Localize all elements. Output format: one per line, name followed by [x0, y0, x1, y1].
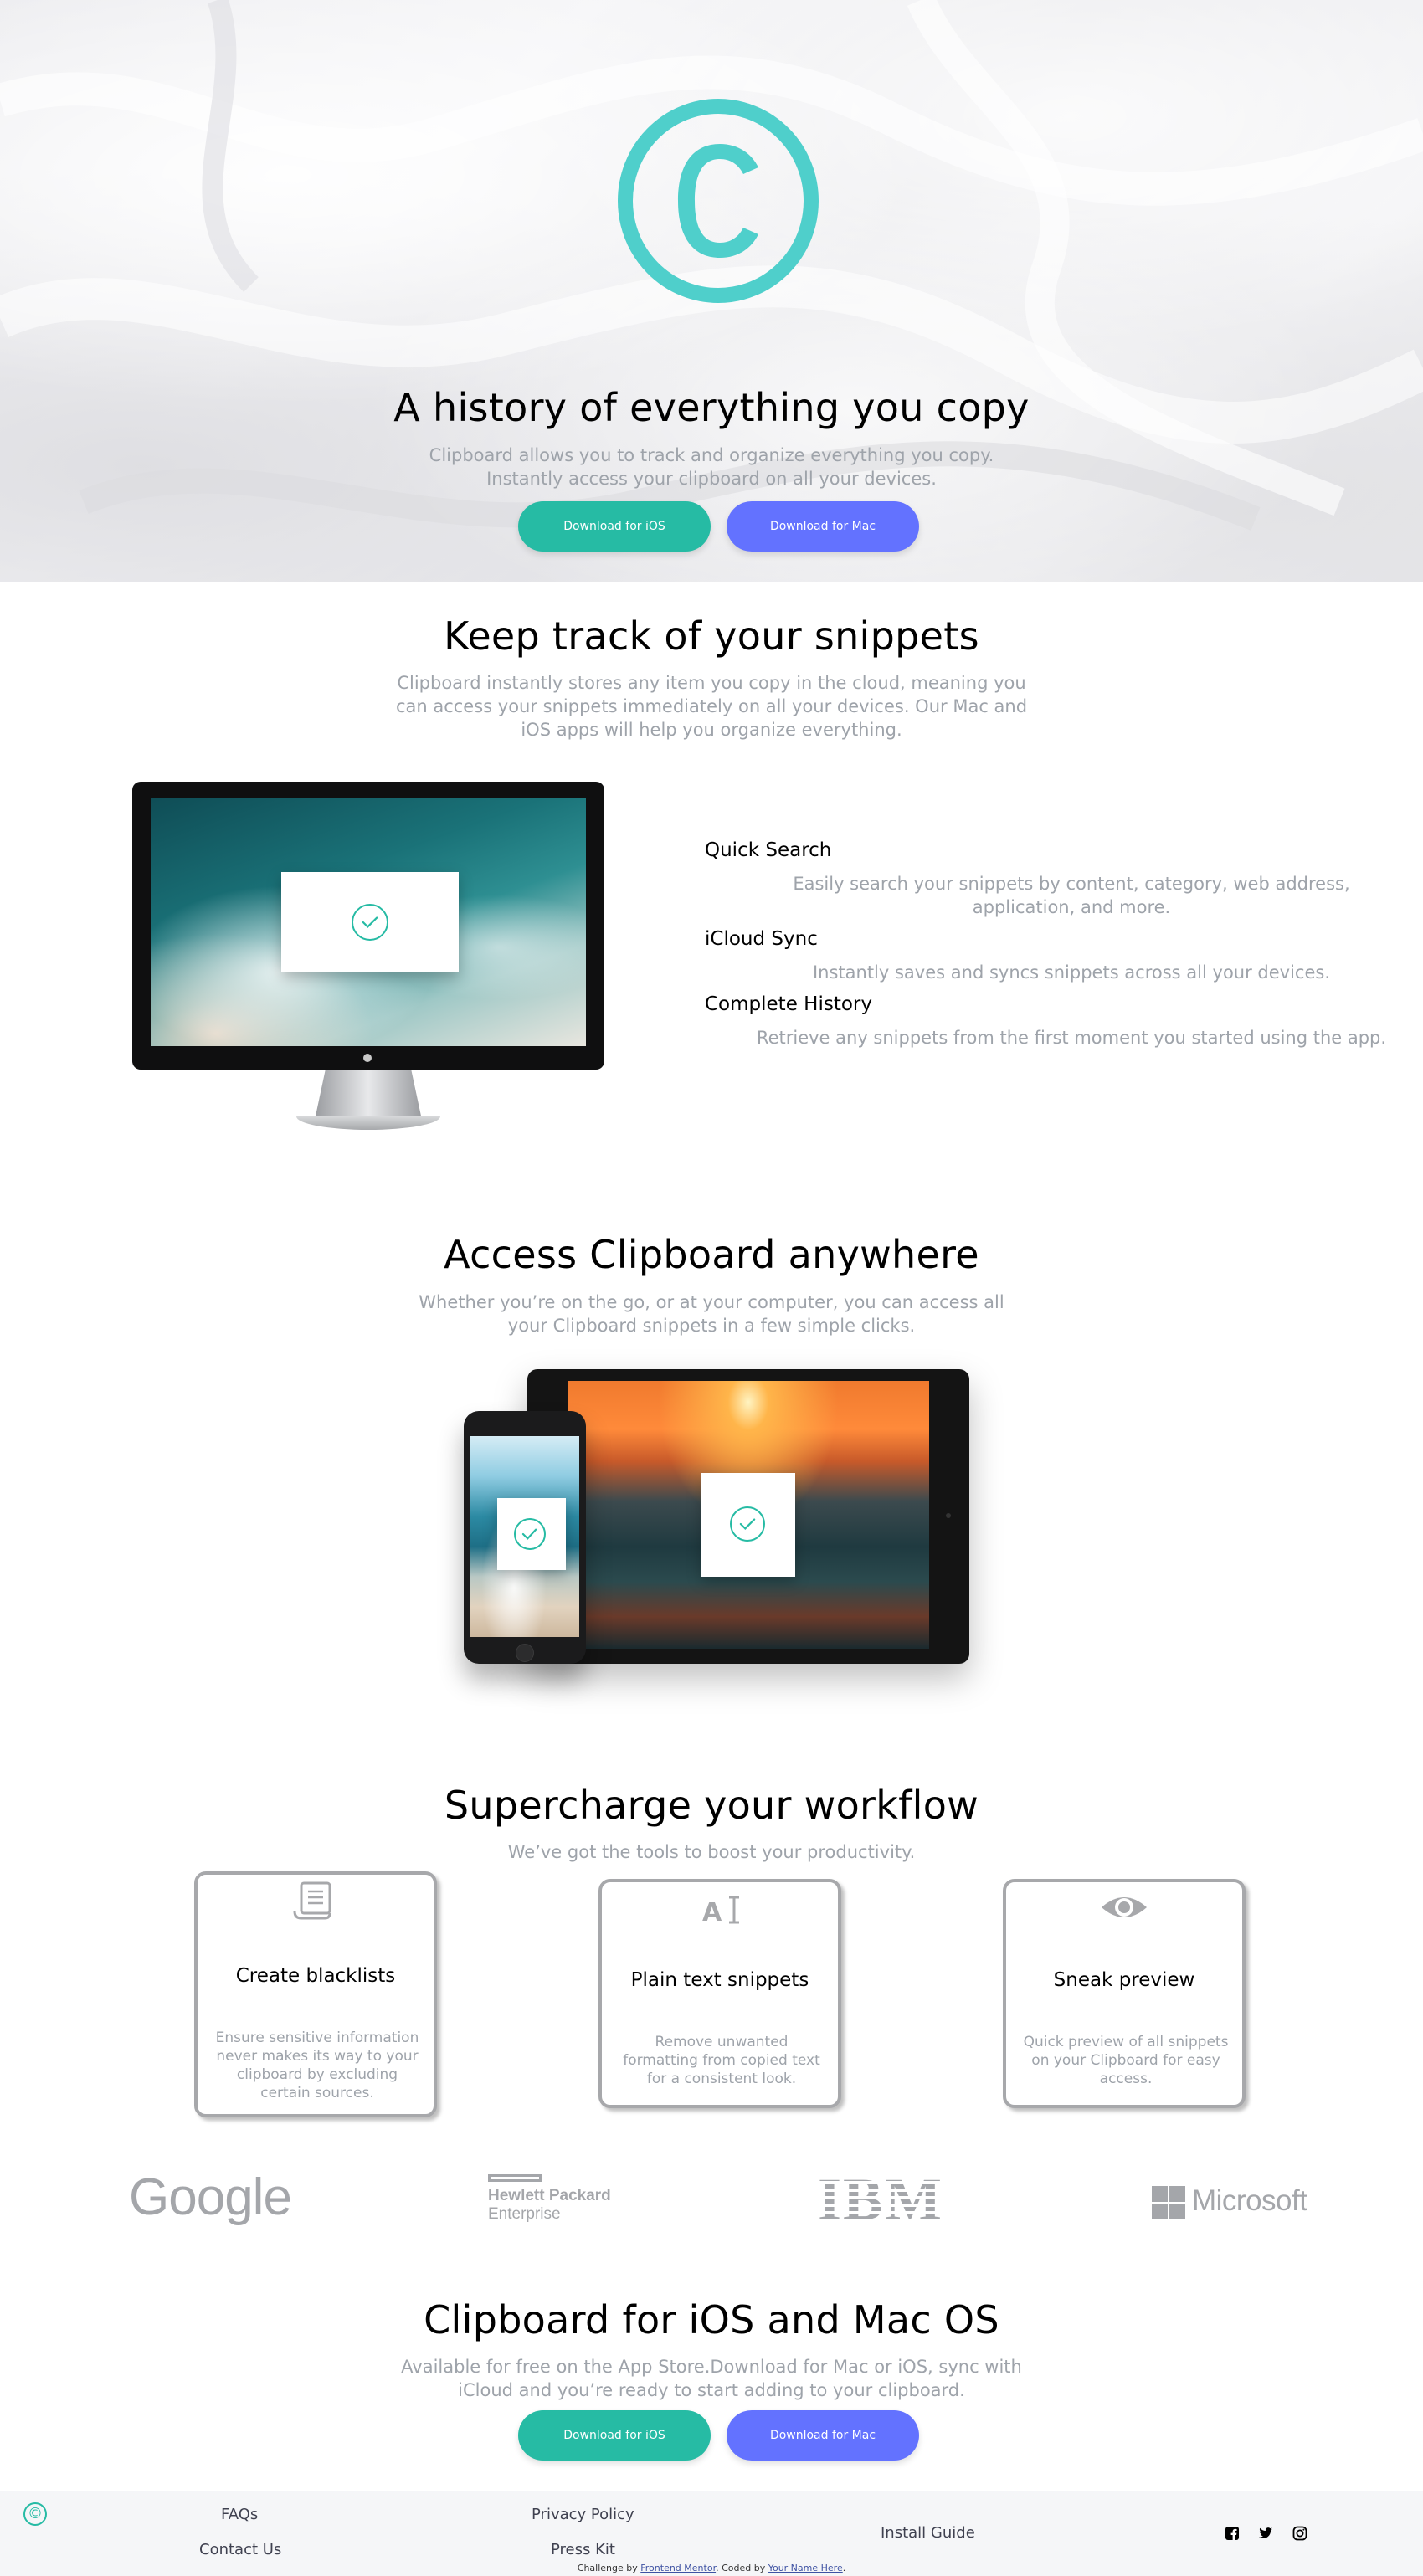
blacklist-icon [293, 1881, 331, 1920]
hero-subtitle: Clipboard allows you to track and organi… [429, 445, 994, 489]
workflow-card-title: Plain text snippets [630, 1969, 809, 1991]
credit-end: . [842, 2563, 846, 2573]
text-icon: A [702, 1896, 739, 1926]
credit-prefix: Challenge by [577, 2563, 638, 2573]
google-logo: Google [129, 2168, 292, 2226]
cta-subtitle: Available for free on the App Store.Down… [401, 2357, 1022, 2400]
tablet-image [527, 1369, 969, 1664]
monitor-image [132, 782, 604, 1140]
twitter-icon[interactable] [1258, 2526, 1273, 2541]
workflow-card-desc: Ensure sensitive information never makes… [215, 2029, 419, 2101]
phone-screen [470, 1436, 579, 1637]
phone-image [464, 1411, 586, 1664]
workflow-card-title: Sneak preview [1053, 1969, 1195, 1991]
svg-text:A: A [702, 1898, 722, 1926]
monitor-stand [315, 1070, 422, 1120]
instagram-icon[interactable] [1292, 2526, 1307, 2541]
microsoft-squares-icon [1152, 2186, 1185, 2219]
author-link[interactable]: Your Name Here [768, 2563, 843, 2573]
cta-title: Clipboard for iOS and Mac OS [424, 2297, 999, 2343]
workflow-card-title: Create blacklists [235, 1965, 396, 1987]
ibm-logo: IBM [818, 2169, 952, 2230]
footer-link-privacy[interactable]: Privacy Policy [532, 2506, 634, 2523]
feature-desc-icloud-sync: Instantly saves and syncs snippets acros… [812, 962, 1331, 983]
apple-logo-icon [363, 1054, 372, 1062]
feature-title-quick-search: Quick Search [705, 839, 832, 861]
hpe-line2: Enterprise [488, 2205, 561, 2223]
feature-desc-quick-search: Easily search your snippets by content, … [793, 874, 1350, 917]
workflow-card-sneak-preview: Sneak preview Quick preview of all snipp… [1003, 1879, 1246, 2108]
footer-link-press[interactable]: Press Kit [551, 2541, 615, 2558]
workflow-subtitle: We’ve got the tools to boost your produc… [507, 1842, 916, 1862]
footer-link-install[interactable]: Install Guide [881, 2524, 975, 2542]
microsoft-wordmark: Microsoft [1192, 2184, 1307, 2217]
feature-desc-complete-history: Retrieve any snippets from the first mom… [756, 1028, 1387, 1048]
hero-download-ios-button[interactable]: Download for iOS [518, 501, 711, 552]
check-icon [730, 1506, 765, 1542]
footer-logo-icon[interactable]: © [23, 2502, 47, 2526]
hpe-rectangle-icon [488, 2174, 542, 2182]
hero-title: A history of everything you copy [393, 385, 1030, 430]
cta-download-ios-button[interactable]: Download for iOS [518, 2410, 711, 2461]
hpe-line1: Hewlett Packard [488, 2187, 611, 2204]
hpe-logo: Hewlett Packard Enterprise [488, 2174, 639, 2230]
tablet-screen [568, 1381, 929, 1649]
snippets-subtitle: Clipboard instantly stores any item you … [395, 673, 1028, 740]
workflow-card-desc: Quick preview of all snippets on your Cl… [1023, 2034, 1229, 2087]
access-subtitle: Whether you’re on the go, or at your com… [419, 1292, 1004, 1336]
monitor-frame [132, 782, 604, 1070]
workflow-card-blacklists: Create blacklists Ensure sensitive infor… [194, 1871, 437, 2117]
credit-mid: . Coded by [716, 2563, 766, 2573]
attribution: Challenge by Frontend Mentor. Coded by Y… [0, 2563, 1423, 2573]
workflow-card-plain-text: A Plain text snippets Remove unwanted fo… [598, 1879, 841, 2108]
footer-link-faqs[interactable]: FAQs [221, 2506, 258, 2523]
hero-download-mac-button[interactable]: Download for Mac [727, 501, 919, 552]
check-icon [514, 1518, 546, 1550]
footer-logo-glyph: © [28, 2505, 43, 2522]
tablet-camera [946, 1513, 951, 1518]
workflow-card-desc: Remove unwanted formatting from copied t… [623, 2034, 820, 2087]
feature-title-icloud-sync: iCloud Sync [705, 928, 818, 950]
monitor-stand-base [296, 1116, 440, 1130]
monitor-screen [151, 798, 586, 1046]
facebook-icon[interactable] [1225, 2526, 1240, 2541]
feature-title-complete-history: Complete History [705, 993, 872, 1015]
phone-home-button [516, 1644, 534, 1662]
ibm-wordmark: IBM [818, 2169, 952, 2230]
clipboard-logo-icon [618, 99, 819, 303]
cta-download-mac-button[interactable]: Download for Mac [727, 2410, 919, 2461]
access-title: Access Clipboard anywhere [444, 1232, 979, 1277]
workflow-title: Supercharge your workflow [444, 1783, 979, 1828]
tablet-check-card [701, 1473, 795, 1577]
frontend-mentor-link[interactable]: Frontend Mentor [640, 2563, 716, 2573]
check-icon [352, 904, 388, 941]
snippets-title: Keep track of your snippets [444, 613, 979, 659]
footer-link-contact[interactable]: Contact Us [199, 2541, 281, 2558]
preview-icon [1102, 1897, 1147, 1917]
hero-section: A history of everything you copy Clipboa… [0, 0, 1423, 582]
phone-check-card [497, 1498, 566, 1570]
monitor-check-card [281, 872, 459, 972]
